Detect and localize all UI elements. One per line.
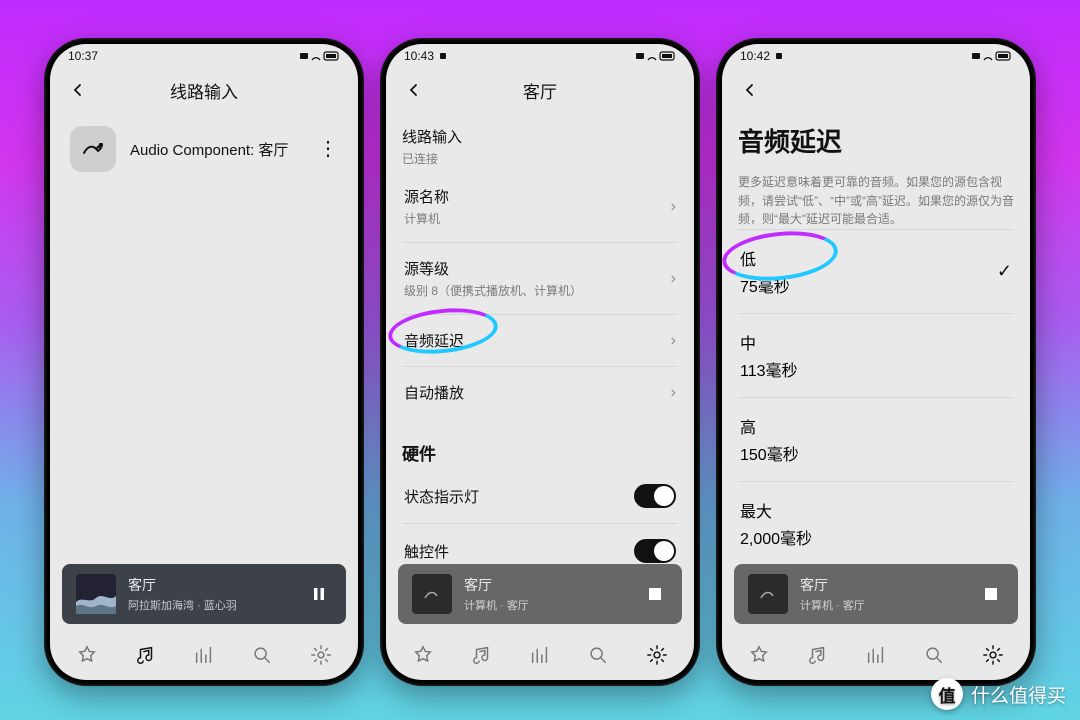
option-high[interactable]: 高150毫秒 bbox=[738, 397, 1014, 481]
tab-favorites[interactable] bbox=[739, 635, 779, 675]
title-bar: 客厅 bbox=[386, 68, 694, 112]
watermark-text: 什么值得买 bbox=[971, 681, 1066, 708]
tab-music[interactable] bbox=[462, 635, 502, 675]
player-room: 客厅 bbox=[128, 575, 294, 595]
chevron-right-icon: › bbox=[671, 384, 676, 402]
phone-2: 10:43 客厅 线路输入 已连接 源名称计算机 › 源等级级别 8（便携式播放… bbox=[380, 38, 700, 686]
page-title: 线路输入 bbox=[50, 78, 358, 103]
page-heading: 音频延迟 bbox=[738, 122, 1014, 159]
player-track: 计算机 · 客厅 bbox=[800, 597, 966, 613]
back-button[interactable] bbox=[736, 76, 764, 104]
chevron-right-icon: › bbox=[671, 270, 676, 288]
status-icons bbox=[300, 50, 340, 62]
chevron-right-icon: › bbox=[671, 332, 676, 350]
device-label: Audio Component: 客厅 bbox=[130, 139, 304, 160]
option-max[interactable]: 最大2,000毫秒 bbox=[738, 481, 1014, 564]
tab-rooms[interactable] bbox=[520, 635, 560, 675]
tab-settings[interactable] bbox=[973, 635, 1013, 675]
album-art bbox=[76, 574, 116, 614]
player-room: 客厅 bbox=[800, 575, 966, 595]
watermark: 值 什么值得买 bbox=[931, 678, 1066, 710]
option-mid[interactable]: 中113毫秒 bbox=[738, 313, 1014, 397]
status-time: 10:42 bbox=[740, 49, 770, 63]
status-bar: 10:42 bbox=[722, 44, 1030, 68]
tab-settings[interactable] bbox=[301, 635, 341, 675]
status-icons bbox=[972, 50, 1012, 62]
tab-bar bbox=[722, 630, 1030, 680]
row-status-led[interactable]: 状态指示灯 bbox=[402, 469, 678, 523]
stop-button[interactable] bbox=[978, 587, 1004, 601]
status-bar: 10:37 bbox=[50, 44, 358, 68]
player-track: 阿拉斯加海湾 · 蓝心羽 bbox=[128, 597, 294, 613]
more-icon[interactable]: ⋮ bbox=[318, 144, 338, 154]
tab-music[interactable] bbox=[126, 635, 166, 675]
row-source-name[interactable]: 源名称计算机 › bbox=[402, 171, 678, 242]
page-title: 客厅 bbox=[386, 78, 694, 103]
tab-bar bbox=[50, 630, 358, 680]
line-in-icon bbox=[70, 126, 116, 172]
status-time: 10:37 bbox=[68, 49, 98, 63]
status-bar: 10:43 bbox=[386, 44, 694, 68]
tab-settings[interactable] bbox=[637, 635, 677, 675]
section-heading: 线路输入 bbox=[402, 126, 678, 147]
hardware-heading: 硬件 bbox=[402, 440, 678, 465]
toggle-status-led[interactable] bbox=[634, 484, 676, 508]
phone-3: 10:42 音频延迟 更多延迟意味着更可靠的音频。如果您的源包含视频，请尝试“低… bbox=[716, 38, 1036, 686]
mini-player[interactable]: 客厅 计算机 · 客厅 bbox=[398, 564, 682, 624]
page-description: 更多延迟意味着更可靠的音频。如果您的源包含视频，请尝试“低”、“中”或“高”延迟… bbox=[738, 173, 1014, 229]
pause-button[interactable] bbox=[306, 586, 332, 602]
title-bar bbox=[722, 68, 1030, 112]
stop-button[interactable] bbox=[642, 587, 668, 601]
tab-favorites[interactable] bbox=[403, 635, 443, 675]
check-icon: ✓ bbox=[997, 261, 1012, 282]
line-in-device-row[interactable]: Audio Component: 客厅 ⋮ bbox=[66, 118, 342, 180]
status-time: 10:43 bbox=[404, 49, 434, 63]
mini-player[interactable]: 客厅 阿拉斯加海湾 · 蓝心羽 bbox=[62, 564, 346, 624]
tab-search[interactable] bbox=[578, 635, 618, 675]
chevron-right-icon: › bbox=[671, 198, 676, 216]
watermark-badge: 值 bbox=[931, 678, 963, 710]
status-icons bbox=[636, 50, 676, 62]
toggle-touch-controls[interactable] bbox=[634, 539, 676, 563]
tab-favorites[interactable] bbox=[67, 635, 107, 675]
title-bar: 线路输入 bbox=[50, 68, 358, 112]
tab-search[interactable] bbox=[914, 635, 954, 675]
tab-music[interactable] bbox=[798, 635, 838, 675]
status-indicator-icon bbox=[440, 53, 446, 59]
section-sub: 已连接 bbox=[402, 150, 678, 167]
back-button[interactable] bbox=[64, 76, 92, 104]
phone-1: 10:37 线路输入 Audio Component: 客厅 ⋮ bbox=[44, 38, 364, 686]
option-low[interactable]: 低75毫秒 ✓ bbox=[738, 229, 1014, 313]
tab-rooms[interactable] bbox=[856, 635, 896, 675]
tab-bar bbox=[386, 630, 694, 680]
back-button[interactable] bbox=[400, 76, 428, 104]
row-autoplay[interactable]: 自动播放 › bbox=[402, 366, 678, 418]
row-touch-controls[interactable]: 触控件 bbox=[402, 523, 678, 564]
album-art bbox=[748, 574, 788, 614]
row-audio-delay[interactable]: 音频延迟 › bbox=[402, 314, 678, 366]
row-source-level[interactable]: 源等级级别 8（便携式播放机、计算机） › bbox=[402, 242, 678, 314]
status-indicator-icon bbox=[776, 53, 782, 59]
player-track: 计算机 · 客厅 bbox=[464, 597, 630, 613]
album-art bbox=[412, 574, 452, 614]
player-room: 客厅 bbox=[464, 575, 630, 595]
tab-rooms[interactable] bbox=[184, 635, 224, 675]
mini-player[interactable]: 客厅 计算机 · 客厅 bbox=[734, 564, 1018, 624]
tab-search[interactable] bbox=[242, 635, 282, 675]
